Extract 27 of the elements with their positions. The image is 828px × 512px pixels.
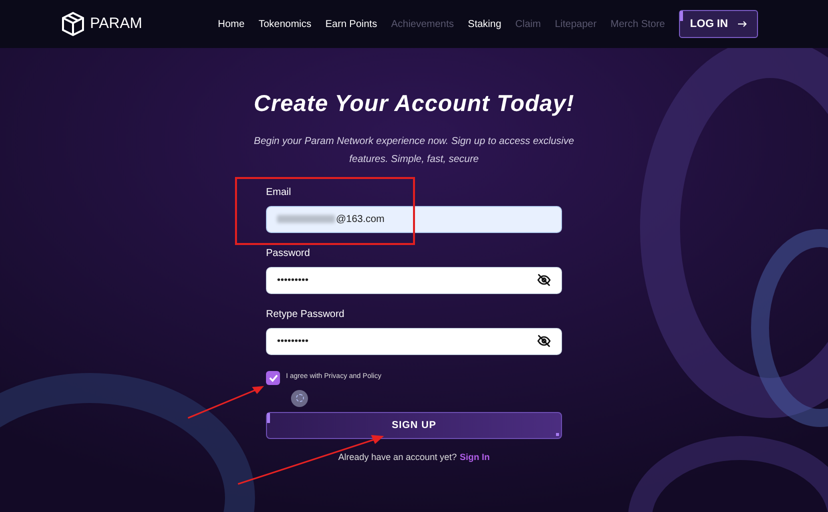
agree-checkbox[interactable] [266,370,280,384]
cube-logo-icon [60,11,86,37]
sign-up-button[interactable]: SIGN UP [266,412,562,438]
page-subtitle: Begin your Param Network experience now. Sign up to access exclusive features. Simple, fast, secure [252,134,576,166]
footer-text: Already have an account yet? [338,450,457,464]
field-label: Retype Password [266,308,346,322]
login-button[interactable]: LOG IN [679,10,758,38]
eye-off-icon[interactable] [537,335,551,347]
input-value: ••••••••• [277,334,310,348]
nav-link[interactable]: Tokenomics [258,16,312,32]
check-icon [268,374,278,382]
nav-link[interactable]: Earn Points [325,16,378,32]
input-value: ••••••••• [277,274,310,288]
logo-text: PARAM [90,14,142,34]
nav-link[interactable]: Staking [468,16,502,32]
eye-off-icon[interactable] [537,274,551,286]
page-title: Create Your Account Today! [254,89,574,118]
input-field[interactable]: ••••••••• [266,328,562,354]
arrow-icon [738,21,747,27]
input-value: @163.com [336,212,386,226]
field-label: Password [266,246,311,260]
input-field[interactable]: @163.com [266,206,562,232]
nav-link[interactable]: Home [218,16,245,32]
input-field[interactable]: ••••••••• [266,266,562,294]
blurred-text [277,215,335,223]
field-label: Email [266,186,292,200]
sign-in-link[interactable]: Sign In [460,450,490,464]
